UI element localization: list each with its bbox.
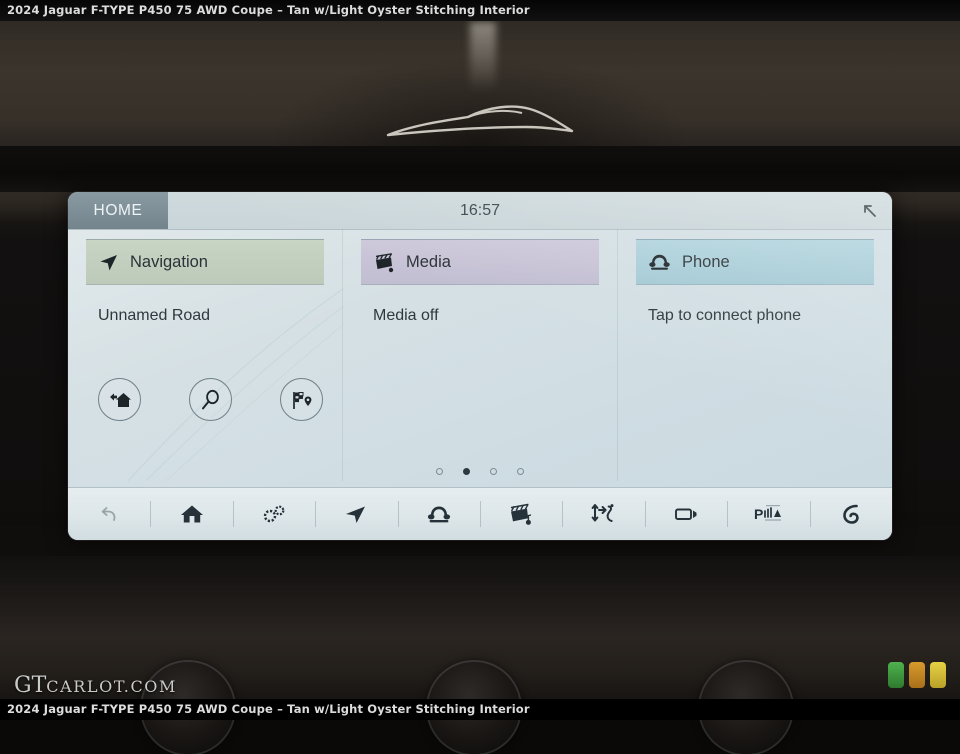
recent-destinations-button[interactable] (280, 378, 323, 421)
headrest-audio-icon (838, 502, 864, 526)
chip-green (888, 662, 904, 688)
watermark: GTCARLOT.COM (14, 673, 177, 698)
panel-navigation[interactable]: Navigation Unnamed Road (68, 229, 343, 481)
navigation-card-header[interactable]: Navigation (86, 239, 324, 285)
infotainment-screen[interactable]: 16:57 HOME Navigation Unnamed Road Media… (68, 192, 892, 540)
caption-bottom: 2024 Jaguar F-TYPE P450 75 AWD Coupe – T… (0, 699, 960, 720)
navigation-card-title: Navigation (130, 252, 208, 271)
color-indicator-chips (888, 662, 946, 688)
camera-view-icon (672, 504, 700, 524)
dashboard-shelf (0, 146, 960, 192)
climate-seat-icon (590, 502, 618, 526)
pager-dot-active[interactable] (463, 468, 470, 475)
checkered-flag-pin-icon (290, 389, 314, 411)
screen-toolbar: P (68, 487, 892, 540)
panel-phone[interactable]: Phone Tap to connect phone (617, 229, 892, 481)
watermark-primary: GT (14, 673, 47, 698)
search-destination-button[interactable] (189, 378, 232, 421)
park-assist-icon: P (753, 503, 783, 525)
pager-dot[interactable] (517, 468, 524, 475)
telephone-icon (648, 252, 671, 272)
camera-button[interactable] (644, 488, 727, 540)
caption-top: 2024 Jaguar F-TYPE P450 75 AWD Coupe – T… (0, 0, 960, 21)
magnifier-icon (200, 389, 222, 411)
media-clapper-icon (373, 252, 395, 273)
screen-topbar: 16:57 HOME (68, 192, 892, 230)
telephone-icon (426, 503, 452, 525)
navigate-home-button[interactable] (98, 378, 141, 421)
navigation-card-subtitle: Unnamed Road (98, 307, 211, 324)
home-panels: Navigation Unnamed Road Media Media off (68, 229, 892, 481)
chip-orange (909, 662, 925, 688)
collapse-arrow-icon[interactable] (856, 198, 882, 224)
panel-media[interactable]: Media Media off (342, 229, 617, 481)
navigation-button[interactable] (315, 488, 397, 540)
back-button[interactable] (68, 488, 150, 540)
watermark-secondary: CARLOT.COM (46, 677, 177, 696)
tab-home[interactable]: HOME (68, 192, 168, 229)
valet-audio-button[interactable] (809, 488, 892, 540)
phone-button[interactable] (397, 488, 480, 540)
home-button[interactable] (150, 488, 232, 540)
media-card-header[interactable]: Media (361, 239, 599, 285)
back-arrow-icon (98, 503, 120, 525)
settings-button[interactable] (232, 488, 315, 540)
pager-dot[interactable] (490, 468, 497, 475)
house-icon (180, 503, 204, 525)
navigation-quick-actions (98, 378, 323, 421)
svg-text:P: P (754, 506, 763, 522)
media-button[interactable] (480, 488, 562, 540)
gears-icon (261, 503, 287, 525)
phone-card-subtitle: Tap to connect phone (648, 307, 802, 324)
media-clapper-icon (508, 502, 534, 526)
phone-card-header[interactable]: Phone (636, 239, 874, 285)
media-card-subtitle: Media off (373, 307, 439, 324)
phone-card-title: Phone (682, 252, 730, 271)
media-card-title: Media (406, 252, 451, 271)
home-route-icon (108, 389, 132, 411)
clock-display: 16:57 (459, 201, 501, 219)
climate-seat-button[interactable] (562, 488, 644, 540)
navigation-arrow-icon (344, 503, 368, 525)
car-silhouette-emblem (380, 95, 580, 145)
pager-dot[interactable] (436, 468, 443, 475)
dashboard-light-reflection (470, 22, 496, 92)
navigation-arrow-icon (98, 252, 119, 273)
chip-yellow (930, 662, 946, 688)
park-assist-button[interactable]: P (727, 488, 809, 540)
pager-dots (68, 468, 892, 475)
